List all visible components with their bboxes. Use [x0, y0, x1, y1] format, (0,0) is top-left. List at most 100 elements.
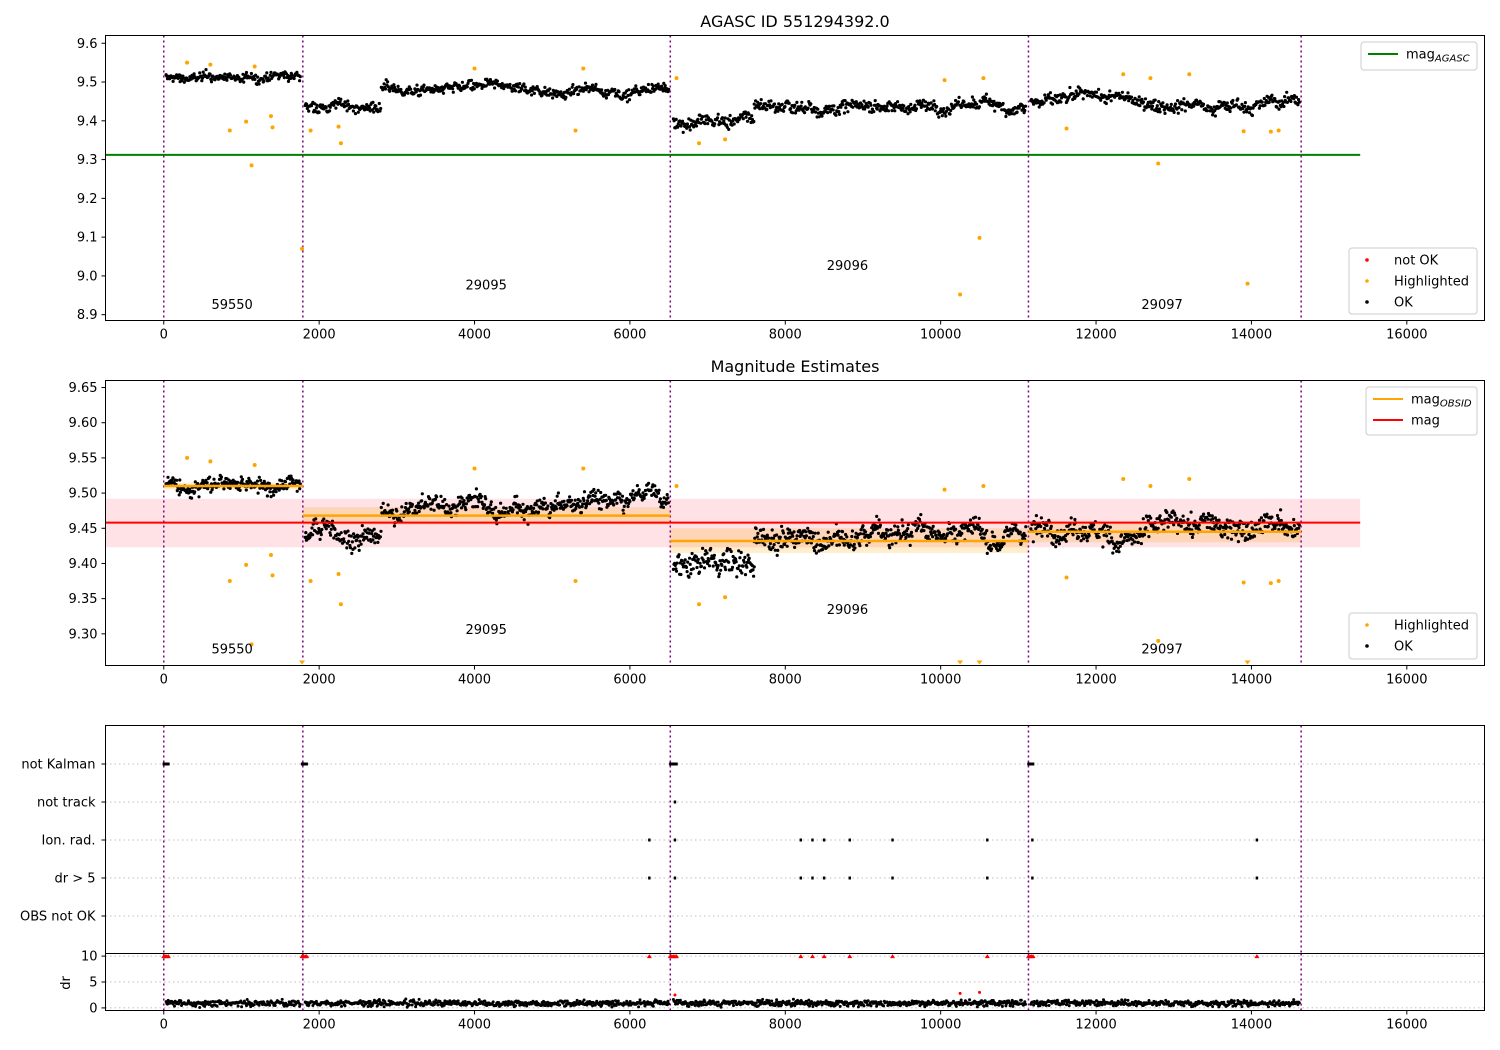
- ok-point: [482, 503, 487, 507]
- y-tick-label: 9.60: [69, 416, 98, 431]
- ok-point: [576, 92, 581, 96]
- ok-point: [382, 82, 386, 86]
- ok-point: [1120, 90, 1124, 94]
- ok-point: [742, 560, 746, 564]
- highlighted-point: [185, 455, 190, 460]
- ok-point: [1004, 114, 1008, 119]
- flag-point: [648, 876, 651, 880]
- ok-point: [1104, 101, 1108, 106]
- ok-point: [543, 501, 548, 505]
- ok-point: [1110, 536, 1114, 540]
- obsid-label: 29097: [1141, 643, 1182, 658]
- ok-point: [684, 565, 689, 570]
- ok-point: [318, 537, 322, 542]
- ok-point: [841, 103, 845, 107]
- ok-point: [320, 527, 324, 532]
- ok-point: [646, 82, 651, 87]
- ok-point: [562, 499, 566, 503]
- ok-point: [804, 530, 808, 534]
- ok-point: [896, 525, 900, 529]
- ok-point: [789, 107, 793, 111]
- ok-point: [1085, 94, 1089, 98]
- ok-point: [532, 506, 536, 510]
- ok-point: [893, 524, 897, 528]
- ok-point: [269, 70, 273, 74]
- ok-point: [417, 509, 421, 514]
- obsid-label: 29095: [466, 278, 507, 293]
- ok-point: [679, 572, 683, 577]
- ok-point: [791, 534, 795, 538]
- highlighted-point: [227, 128, 232, 133]
- ok-point: [806, 106, 810, 110]
- highlighted-point: [1064, 575, 1069, 580]
- ok-point: [1053, 534, 1057, 538]
- highlighted-point: [308, 579, 313, 584]
- ok-point: [929, 101, 933, 105]
- highlighted-point: [185, 60, 190, 65]
- ok-point: [970, 531, 975, 535]
- ok-point: [1077, 92, 1081, 96]
- dr-point: [882, 1004, 886, 1008]
- ok-point: [765, 107, 769, 112]
- dr-point: [787, 999, 791, 1003]
- ok-point: [1158, 514, 1162, 518]
- ok-point: [617, 90, 621, 94]
- ok-point: [1068, 85, 1072, 90]
- ok-point: [192, 72, 196, 76]
- ok-point: [257, 82, 261, 86]
- ok-point: [716, 564, 720, 568]
- ok-point: [459, 506, 464, 510]
- flag-category-label: not Kalman: [21, 758, 95, 773]
- ok-point: [644, 492, 648, 496]
- ok-point: [406, 91, 410, 95]
- y-tick-label: 9.1: [77, 231, 98, 246]
- ok-point: [699, 564, 704, 569]
- ok-point: [990, 547, 994, 551]
- ok-point: [799, 104, 803, 108]
- ok-point: [740, 571, 744, 575]
- dr-point: [856, 1005, 860, 1009]
- ok-point: [432, 508, 436, 512]
- dr-point: [1044, 1004, 1048, 1007]
- ok-point: [1259, 516, 1263, 520]
- ok-point: [515, 494, 519, 498]
- ok-point: [407, 510, 411, 514]
- ok-point: [865, 543, 869, 547]
- ok-point: [1148, 104, 1152, 108]
- highlighted-point: [249, 163, 254, 168]
- flag-point: [167, 762, 170, 766]
- ok-point: [772, 543, 776, 547]
- ok-point: [339, 97, 343, 101]
- ok-point: [836, 533, 840, 537]
- ok-point: [630, 492, 634, 496]
- ok-point: [604, 498, 608, 502]
- ok-point: [386, 80, 390, 84]
- ok-point: [815, 543, 819, 547]
- ok-point: [1175, 516, 1179, 521]
- ok-point: [379, 529, 383, 533]
- ok-point: [420, 499, 424, 503]
- ok-point: [948, 112, 952, 116]
- ok-point: [872, 110, 876, 114]
- dr-point: [382, 1005, 386, 1009]
- ok-point: [688, 562, 692, 567]
- ok-point: [599, 507, 603, 511]
- ok-point: [1229, 537, 1234, 541]
- dr-point: [343, 1004, 347, 1008]
- ok-point: [198, 71, 202, 75]
- ok-point: [1048, 91, 1052, 95]
- ok-point: [359, 542, 363, 546]
- ok-point: [1182, 97, 1186, 101]
- highlighted-point: [1245, 281, 1250, 286]
- ok-point: [1136, 540, 1140, 545]
- ok-point: [977, 105, 982, 109]
- ok-point: [274, 490, 278, 494]
- dr-point: [638, 998, 642, 1002]
- ok-point: [826, 111, 830, 115]
- y-tick-label: 9.45: [69, 522, 98, 537]
- ok-point: [1118, 544, 1122, 548]
- ok-point: [752, 574, 756, 578]
- ok-point: [737, 564, 741, 568]
- ok-point: [594, 491, 598, 495]
- flag-point: [799, 838, 803, 842]
